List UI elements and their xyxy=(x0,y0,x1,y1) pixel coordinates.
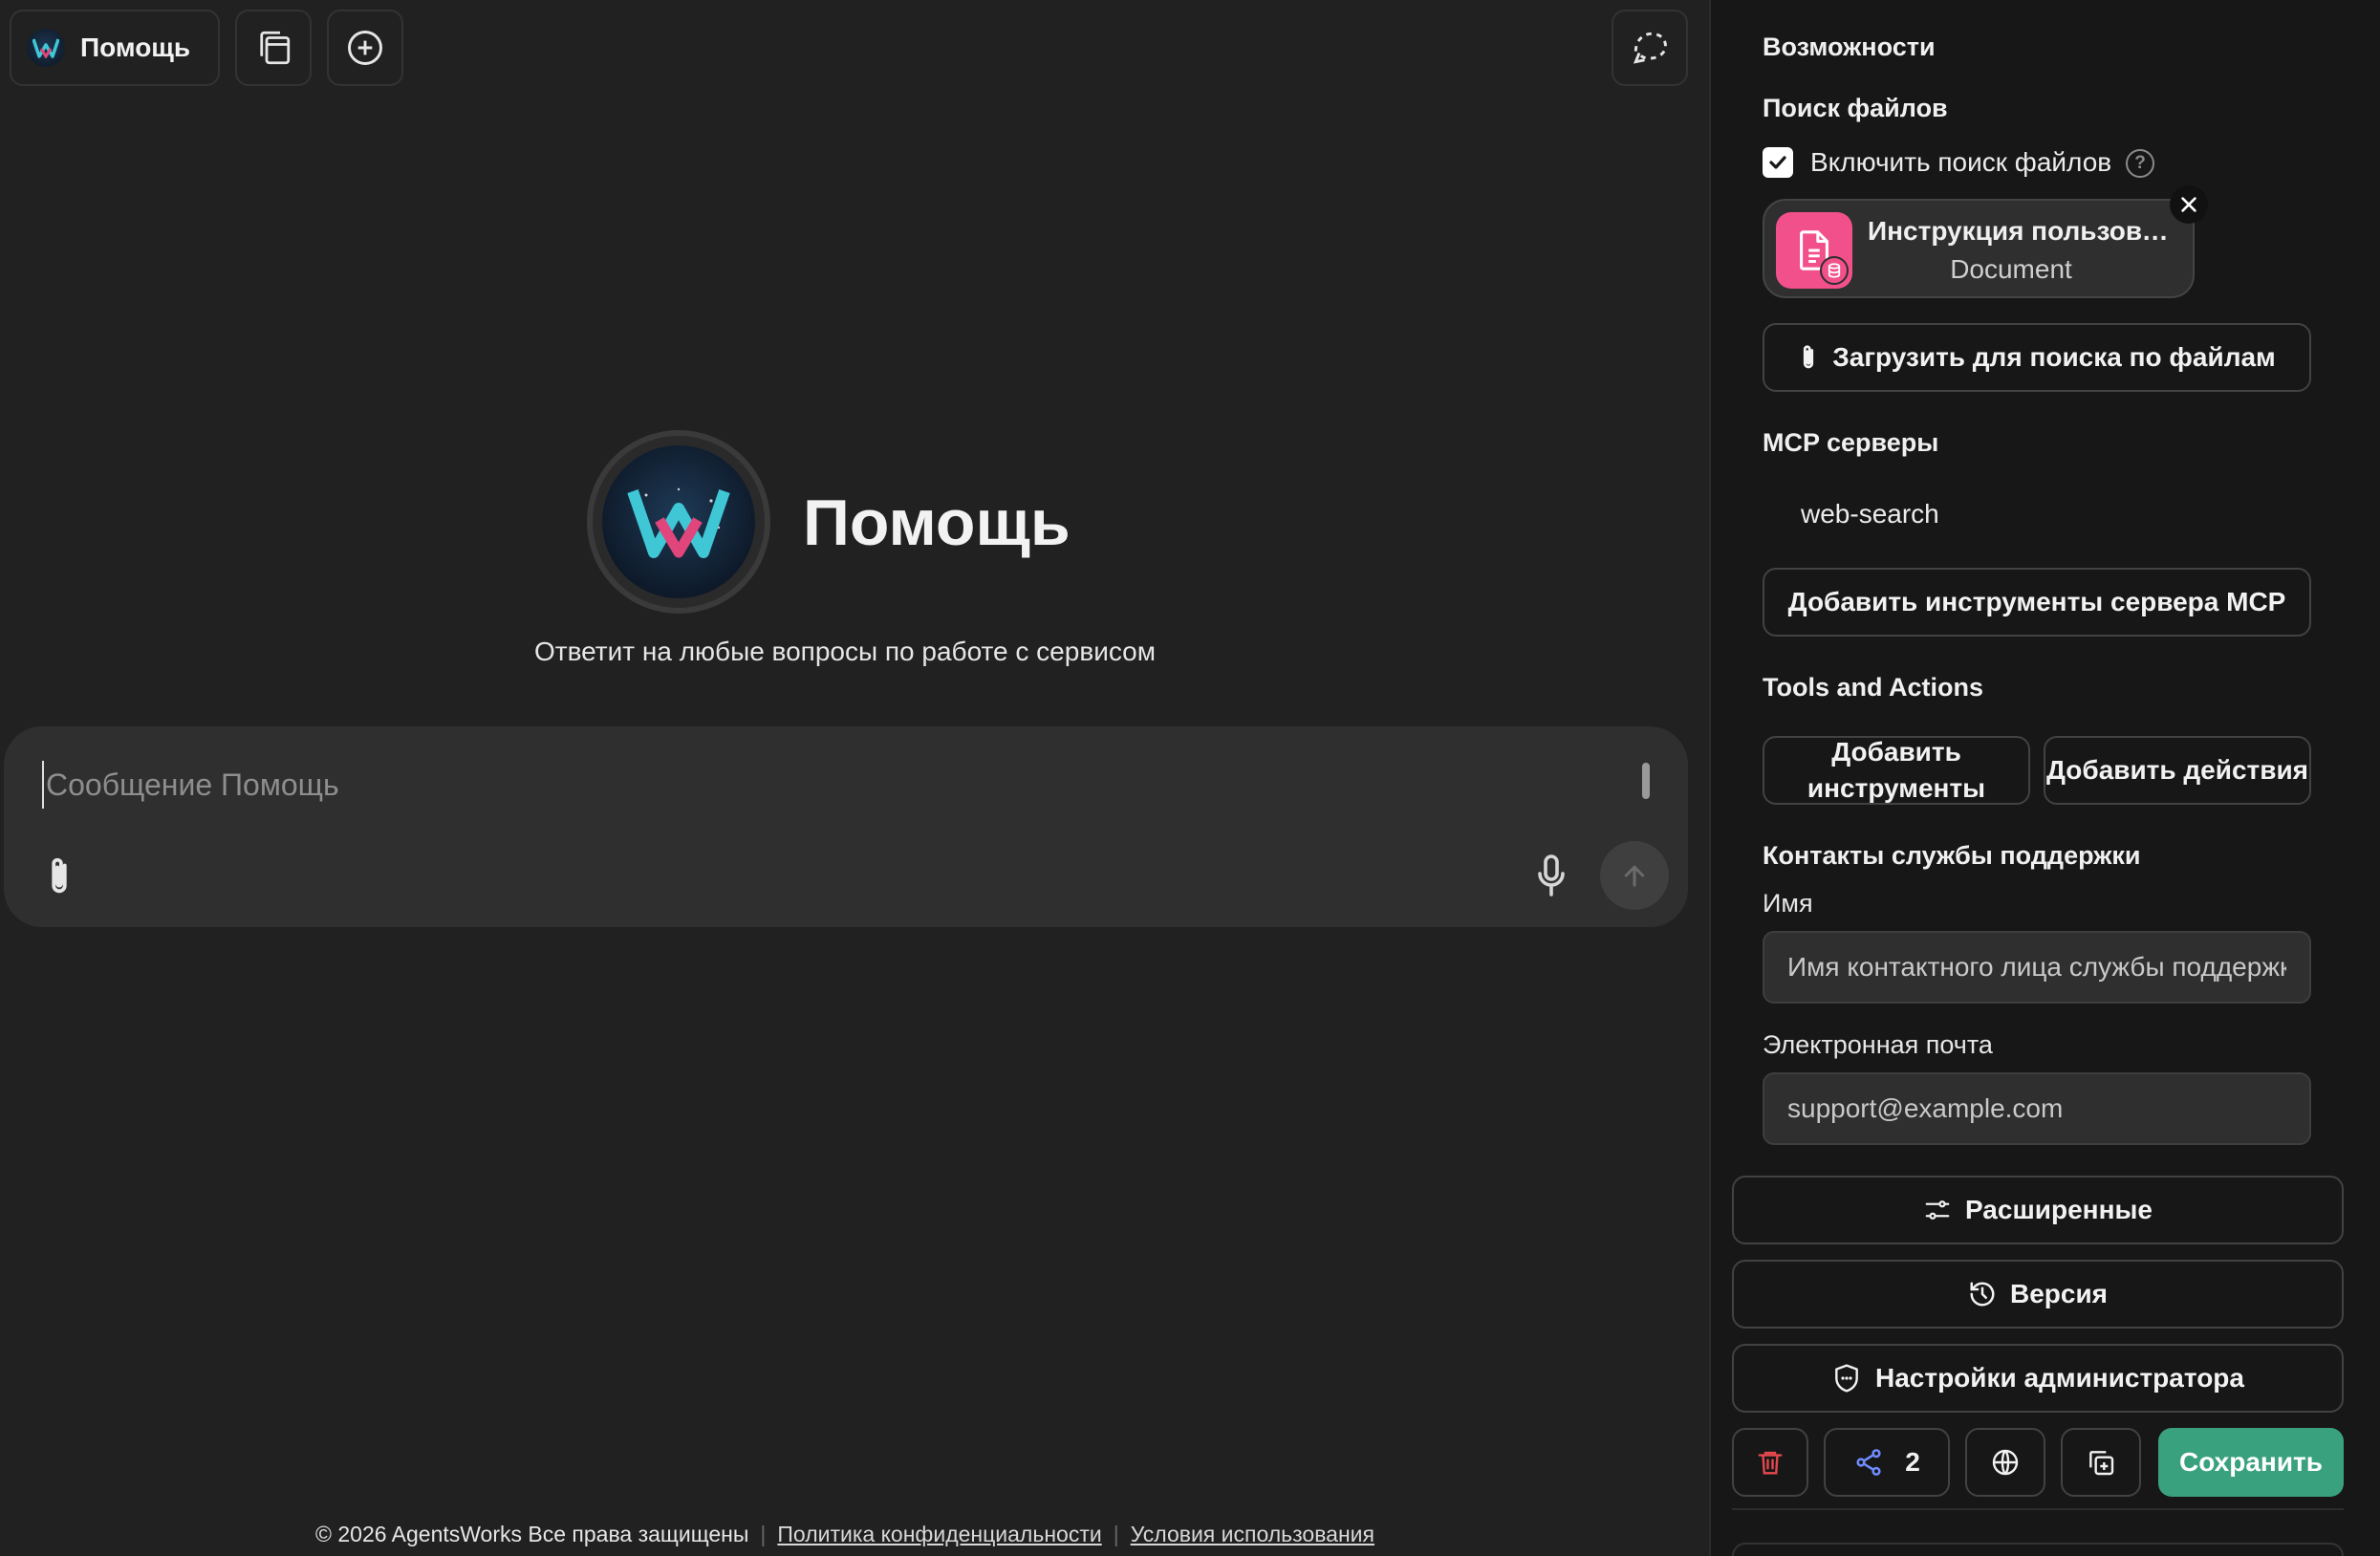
copyright-text: © 2026 AgentsWorks Все права защищены xyxy=(315,1522,749,1546)
message-composer xyxy=(4,726,1688,927)
file-search-checkbox[interactable] xyxy=(1763,147,1793,178)
new-chat-button[interactable] xyxy=(327,10,403,86)
dashed-lasso-icon xyxy=(1633,32,1667,64)
chat-area: Помощь Помощь Ответит на любые вопросы п… xyxy=(0,0,1709,1556)
capabilities-title: Возможности xyxy=(1763,32,1936,61)
agent-avatar xyxy=(587,430,770,614)
panel-bottom-item[interactable] xyxy=(1732,1543,2344,1556)
add-actions-button[interactable]: Добавить действия xyxy=(2044,736,2311,805)
agents-logo-icon xyxy=(627,487,730,558)
copy-pages-icon xyxy=(260,31,291,65)
trash-icon xyxy=(1758,1451,1783,1475)
file-type: Document xyxy=(1950,254,2072,284)
file-name: Инструкция пользоват... xyxy=(1868,216,2183,246)
agent-description: Ответит на любые вопросы по работе с сер… xyxy=(534,637,1156,666)
share-icon xyxy=(1856,1449,1881,1476)
terms-link[interactable]: Условия использования xyxy=(1131,1522,1374,1546)
help-icon[interactable]: ? xyxy=(2126,149,2154,178)
paperclip-icon xyxy=(52,857,67,894)
version-label: Версия xyxy=(2009,1279,2109,1308)
publish-button[interactable] xyxy=(1965,1428,2045,1497)
sliders-icon xyxy=(1925,1200,1950,1220)
save-button[interactable]: Сохранить xyxy=(2158,1428,2344,1497)
add-mcp-label: Добавить инструменты сервера MCP xyxy=(1787,587,2286,616)
agent-name: Помощь xyxy=(80,32,191,62)
support-email-input[interactable] xyxy=(1763,1072,2311,1145)
send-button[interactable] xyxy=(1600,841,1669,910)
close-icon xyxy=(2181,197,2196,212)
copy-plus-icon xyxy=(2089,1451,2114,1476)
composer-scrollbar[interactable] xyxy=(1642,763,1650,799)
check-icon xyxy=(1769,156,1786,169)
tools-actions-title: Tools and Actions xyxy=(1763,673,1984,702)
message-input[interactable] xyxy=(42,761,1590,809)
screenshot-select-button[interactable] xyxy=(1612,10,1688,86)
support-contacts-title: Контакты службы поддержки xyxy=(1763,841,2141,870)
history-icon xyxy=(1970,1282,1995,1307)
library-button[interactable] xyxy=(235,10,312,86)
plus-circle-icon xyxy=(348,31,382,65)
microphone-icon xyxy=(1538,854,1565,897)
delete-agent-button[interactable] xyxy=(1732,1428,1808,1497)
database-icon xyxy=(1820,256,1849,285)
advanced-settings-button[interactable]: Расширенные xyxy=(1732,1176,2344,1244)
arrow-up-icon xyxy=(1624,865,1645,887)
remove-file-button[interactable] xyxy=(2170,185,2208,224)
footer: © 2026 AgentsWorks Все права защищены | По… xyxy=(315,1522,1374,1546)
agent-title: Помощь xyxy=(803,486,1071,559)
add-mcp-tools-button[interactable]: Добавить инструменты сервера MCP xyxy=(1763,568,2311,637)
support-email-label: Электронная почта xyxy=(1763,1030,1993,1059)
divider xyxy=(1732,1508,2344,1510)
attach-file-button[interactable] xyxy=(38,851,80,902)
agent-logo-icon xyxy=(27,29,65,67)
voice-input-button[interactable] xyxy=(1527,847,1575,904)
shield-icon xyxy=(1835,1364,1858,1393)
version-button[interactable]: Версия xyxy=(1732,1260,2344,1329)
privacy-link[interactable]: Политика конфиденциальности xyxy=(777,1522,1101,1546)
file-search-label[interactable]: Включить поиск файлов xyxy=(1810,147,2111,178)
agent-config-panel: Возможности Поиск файлов Включить поиск … xyxy=(1709,0,2380,1556)
advanced-label: Расширенные xyxy=(1965,1195,2153,1224)
add-tools-label: Добавить инструменты xyxy=(1807,737,1986,803)
upload-button-label: Загрузить для поиска по файлам xyxy=(1832,342,2276,372)
attached-file-card[interactable]: Инструкция пользоват... Document xyxy=(1763,199,2195,298)
mcp-title: MCP серверы xyxy=(1763,428,1939,457)
admin-settings-button[interactable]: Настройки администратора xyxy=(1732,1344,2344,1413)
globe-icon xyxy=(1992,1449,2019,1476)
agent-selector[interactable]: Помощь xyxy=(10,10,220,86)
add-actions-label: Добавить действия xyxy=(2046,755,2308,785)
share-button[interactable]: 2 xyxy=(1824,1428,1950,1497)
add-tools-button[interactable]: Добавить инструменты xyxy=(1763,736,2030,805)
duplicate-agent-button[interactable] xyxy=(2061,1428,2141,1497)
file-search-title: Поиск файлов xyxy=(1763,94,1948,122)
admin-label: Настройки администратора xyxy=(1875,1363,2244,1393)
mcp-server-item[interactable]: web-search xyxy=(1801,499,1939,529)
share-count: 2 xyxy=(1905,1447,1920,1477)
upload-file-search-button[interactable]: Загрузить для поиска по файлам xyxy=(1763,323,2311,392)
support-name-input[interactable] xyxy=(1763,931,2311,1004)
paperclip-icon xyxy=(1804,345,1814,369)
support-name-label: Имя xyxy=(1763,889,1813,918)
